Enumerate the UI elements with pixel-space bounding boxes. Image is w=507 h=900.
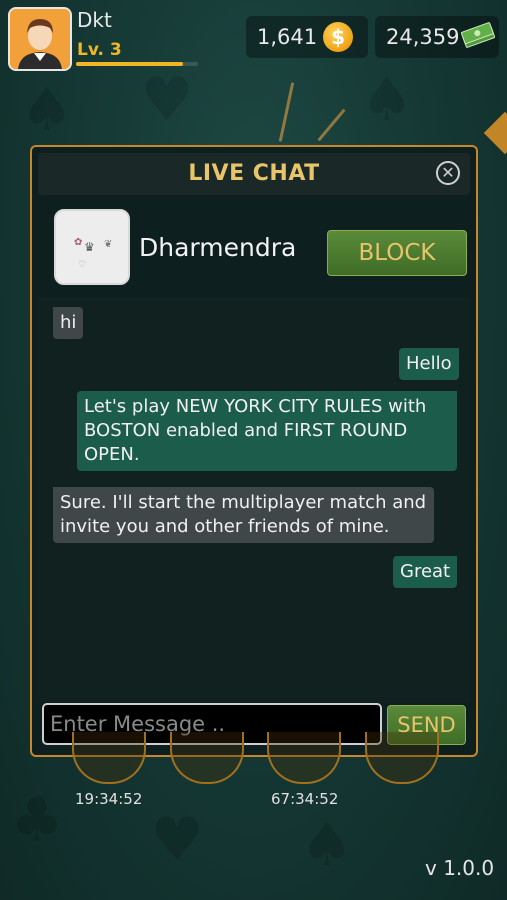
svg-text:❦: ❦ <box>104 239 112 250</box>
version-label: v 1.0.0 <box>425 856 495 880</box>
background-suit-pattern: ♥ <box>150 805 204 875</box>
svg-text:♛: ♛ <box>84 240 95 254</box>
background-suit-pattern: ♠ <box>20 75 74 145</box>
friend-photo-icon: ✿ ♛ ❦ ♡ <box>56 211 128 283</box>
chat-message-outgoing: Hello <box>399 348 459 380</box>
xp-progress-bar <box>76 62 198 66</box>
player-level: Lv. 3 <box>77 40 122 60</box>
timer-countdown: 67:34:52 <box>271 790 339 808</box>
chat-message-list[interactable]: hi Hello Let's play NEW YORK CITY RULES … <box>38 297 470 702</box>
gold-coin-icon: $ <box>323 22 354 52</box>
svg-text:✿: ✿ <box>74 237 82 248</box>
bottom-menu-button[interactable] <box>267 732 341 784</box>
xp-progress-fill <box>76 62 184 66</box>
coins-balance[interactable]: 1,641 $ <box>246 16 368 58</box>
dialog-header: LIVE CHAT ✕ <box>38 153 470 195</box>
top-bar: Dkt Lv. 3 1,641 $ 24,359 <box>0 0 507 72</box>
friend-avatar[interactable]: ✿ ♛ ❦ ♡ <box>54 209 130 285</box>
close-icon[interactable]: ✕ <box>436 161 460 185</box>
svg-text:♡: ♡ <box>78 260 86 270</box>
live-chat-dialog: LIVE CHAT ✕ ✿ ♛ ❦ ♡ Dharmendra BLOCK hi … <box>30 145 478 757</box>
background-suit-pattern: ♠ <box>300 810 354 880</box>
timer-countdown: 19:34:52 <box>75 790 143 808</box>
chat-message-outgoing: Great <box>393 556 458 588</box>
block-button[interactable]: BLOCK <box>327 230 467 276</box>
background-suit-pattern: ♠ <box>360 65 414 135</box>
avatar-portrait-icon <box>10 9 70 69</box>
chat-message-incoming: Sure. I'll start the multiplayer match a… <box>53 487 434 543</box>
bottom-menu-button[interactable] <box>170 732 244 784</box>
chat-message-incoming: hi <box>53 307 84 339</box>
level-label: Lv. <box>77 40 104 60</box>
player-name: Dkt <box>77 8 112 32</box>
side-drawer-tab[interactable] <box>483 111 507 155</box>
friend-name: Dharmendra <box>139 233 297 262</box>
chat-message-outgoing: Let's play NEW YORK CITY RULES with BOST… <box>77 391 457 471</box>
background-suit-pattern: ♥ <box>140 65 194 135</box>
dialog-title: LIVE CHAT <box>188 161 320 186</box>
player-avatar[interactable] <box>8 7 72 71</box>
background-ray <box>278 82 295 142</box>
background-ray <box>317 108 346 142</box>
cash-value: 24,359 <box>386 25 460 49</box>
cash-balance[interactable]: 24,359 <box>375 16 499 58</box>
background-suit-pattern: ♣ <box>10 785 64 855</box>
money-stack-icon <box>461 21 496 53</box>
settings-gear-button[interactable] <box>365 732 439 784</box>
bottom-menu-button[interactable] <box>72 732 146 784</box>
coins-value: 1,641 <box>257 25 318 49</box>
level-value: 3 <box>109 40 122 60</box>
